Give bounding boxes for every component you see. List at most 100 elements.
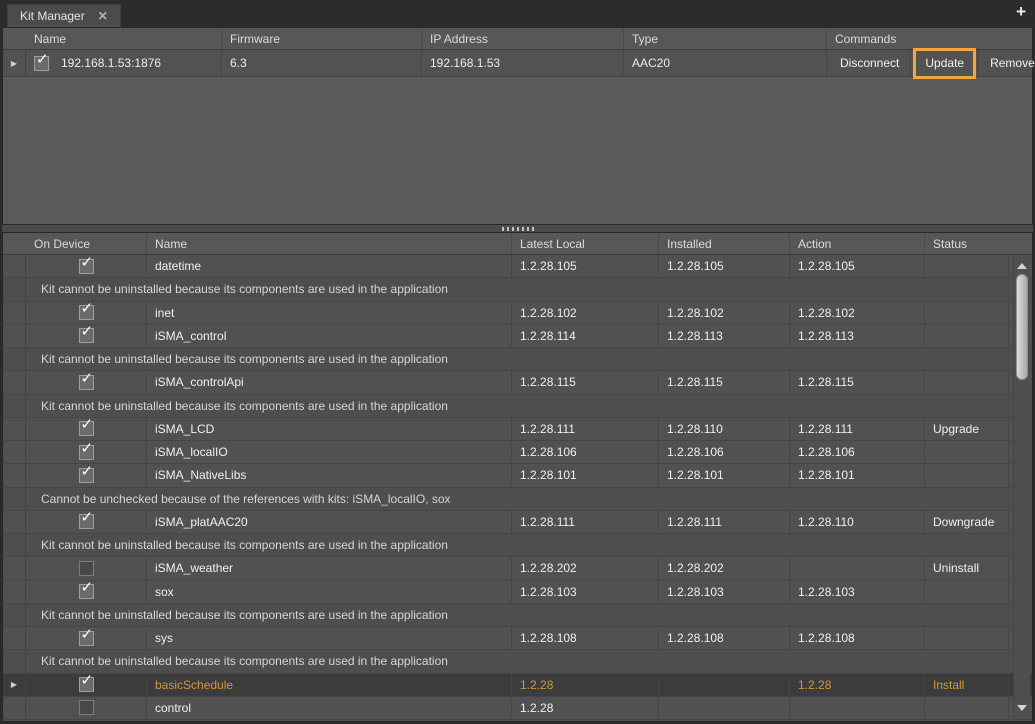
panel-splitter[interactable] [2,225,1033,232]
latest-local-cell: 1.2.28.114 [511,325,658,347]
action-cell [789,697,924,719]
on-device-checkbox[interactable]: ✓ [79,631,94,646]
kit-row[interactable]: ✓datetime1.2.28.1051.2.28.1051.2.28.105 [3,255,1032,278]
kit-row[interactable]: ✓iSMA_control1.2.28.1141.2.28.1131.2.28.… [3,325,1032,348]
scrollbar-thumb[interactable] [1016,274,1028,380]
on-device-checkbox[interactable]: ✓ [79,445,94,460]
row-gutter [3,348,26,370]
on-device-checkbox[interactable]: ✓ [79,514,94,529]
scroll-up-icon[interactable] [1017,263,1027,269]
row-gutter [3,557,26,579]
devices-header-name[interactable]: Name [26,28,221,49]
kit-name-cell: iSMA_LCD [146,418,511,440]
kit-message-text: Kit cannot be uninstalled because its co… [26,395,1032,417]
action-cell: 1.2.28.105 [789,255,924,277]
kits-header-name[interactable]: Name [146,233,511,254]
on-device-cell: ✓ [26,511,146,533]
device-ip-cell: 192.168.1.53 [421,50,623,76]
kit-row[interactable]: ✓sox1.2.28.1031.2.28.1031.2.28.103 [3,581,1032,604]
vertical-scrollbar[interactable] [1013,256,1030,718]
latest-local-cell: 1.2.28.103 [511,581,658,603]
on-device-checkbox[interactable]: ✓ [79,375,94,390]
kits-rows: ✓datetime1.2.28.1051.2.28.1051.2.28.105K… [3,255,1032,720]
latest-local-cell: 1.2.28 [511,697,658,719]
tab-close-icon[interactable]: ✕ [98,9,108,23]
row-gutter [3,650,26,672]
on-device-checkbox[interactable]: ✓ [79,468,94,483]
installed-cell: 1.2.28.113 [658,325,789,347]
row-gutter [3,395,26,417]
kit-row[interactable]: ✓iSMA_localIO1.2.28.1061.2.28.1061.2.28.… [3,441,1032,464]
action-cell: 1.2.28.102 [789,302,924,324]
row-selector-arrow-icon: ▶ [11,59,17,68]
devices-header-ip-address[interactable]: IP Address [421,28,623,49]
action-cell: 1.2.28.101 [789,464,924,486]
on-device-cell: ✓ [26,674,146,696]
device-name: 192.168.1.53:1876 [61,50,161,76]
kit-row[interactable]: ✓iSMA_LCD1.2.28.1111.2.28.1101.2.28.111U… [3,418,1032,441]
installed-cell: 1.2.28.102 [658,302,789,324]
status-cell [924,441,1008,463]
on-device-checkbox[interactable] [79,700,94,715]
device-row[interactable]: ▶ ✓ 192.168.1.53:1876 6.3 192.168.1.53 A… [3,50,1032,77]
on-device-checkbox[interactable]: ✓ [79,677,94,692]
add-tab-icon[interactable]: + [1016,2,1026,22]
on-device-checkbox[interactable]: ✓ [79,328,94,343]
on-device-cell [26,697,146,719]
scroll-down-icon[interactable] [1017,705,1027,711]
status-cell [924,255,1008,277]
devices-header-type[interactable]: Type [623,28,826,49]
kits-header-latest-local[interactable]: Latest Local [511,233,658,254]
kit-message-row: Kit cannot be uninstalled because its co… [3,650,1032,673]
kit-name-cell: basicSchedule [146,674,511,696]
kits-header-status[interactable]: Status [924,233,1008,254]
latest-local-cell: 1.2.28.111 [511,511,658,533]
check-icon: ✓ [81,302,94,317]
kits-header-installed[interactable]: Installed [658,233,789,254]
remove-button[interactable]: Remove [979,50,1035,76]
row-gutter: ▶ [3,674,26,696]
on-device-checkbox[interactable]: ✓ [79,584,94,599]
on-device-cell: ✓ [26,627,146,649]
row-gutter [3,371,26,393]
on-device-checkbox[interactable]: ✓ [79,259,94,274]
on-device-checkbox[interactable]: ✓ [79,305,94,320]
devices-panel: Name Firmware IP Address Type Commands ▶… [2,27,1033,225]
kit-row[interactable]: ✓iSMA_controlApi1.2.28.1151.2.28.1151.2.… [3,371,1032,394]
installed-cell: 1.2.28.103 [658,581,789,603]
devices-table-header: Name Firmware IP Address Type Commands [3,28,1032,50]
kit-row[interactable]: ✓sys1.2.28.1081.2.28.1081.2.28.108 [3,627,1032,650]
kits-header-action[interactable]: Action [789,233,924,254]
devices-header-firmware[interactable]: Firmware [221,28,421,49]
on-device-cell: ✓ [26,418,146,440]
kit-row[interactable]: control1.2.28 [3,697,1032,720]
update-button[interactable]: Update [913,48,976,79]
installed-cell: 1.2.28.101 [658,464,789,486]
action-cell: 1.2.28.111 [789,418,924,440]
kit-row[interactable]: ▶✓basicSchedule1.2.281.2.28Install [3,674,1032,697]
tab-kit-manager[interactable]: Kit Manager ✕ [7,4,121,27]
kit-row[interactable]: ✓iSMA_platAAC201.2.28.1111.2.28.1111.2.2… [3,511,1032,534]
disconnect-button[interactable]: Disconnect [829,50,910,76]
kit-row[interactable]: iSMA_weather1.2.28.2021.2.28.202Uninstal… [3,557,1032,580]
row-gutter [3,604,26,626]
on-device-checkbox[interactable]: ✓ [79,421,94,436]
on-device-checkbox[interactable] [79,561,94,576]
devices-header-commands: Commands [826,28,1032,49]
kit-name-cell: iSMA_weather [146,557,511,579]
kit-name-cell: iSMA_controlApi [146,371,511,393]
kit-row[interactable]: ✓iSMA_NativeLibs1.2.28.1011.2.28.1011.2.… [3,464,1032,487]
latest-local-cell: 1.2.28 [511,674,658,696]
status-cell [924,371,1008,393]
latest-local-cell: 1.2.28.106 [511,441,658,463]
kit-message-row: Kit cannot be uninstalled because its co… [3,278,1032,301]
row-gutter [3,441,26,463]
row-gutter [3,302,26,324]
kits-header-on-device[interactable]: On Device [26,233,146,254]
device-checkbox[interactable]: ✓ [34,56,49,71]
kit-row[interactable]: ✓inet1.2.28.1021.2.28.1021.2.28.102 [3,302,1032,325]
check-icon: ✓ [81,255,94,270]
installed-cell: 1.2.28.111 [658,511,789,533]
status-cell: Downgrade [924,511,1008,533]
latest-local-cell: 1.2.28.101 [511,464,658,486]
